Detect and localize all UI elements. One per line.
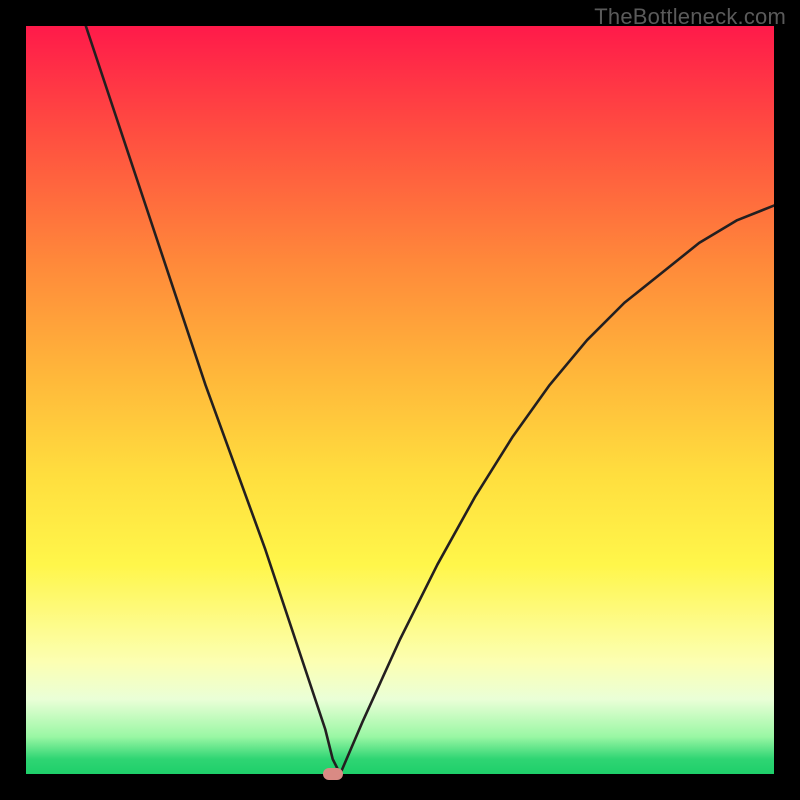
optimum-marker (323, 768, 343, 780)
bottleneck-curve (26, 26, 774, 774)
chart-plot-area (26, 26, 774, 774)
